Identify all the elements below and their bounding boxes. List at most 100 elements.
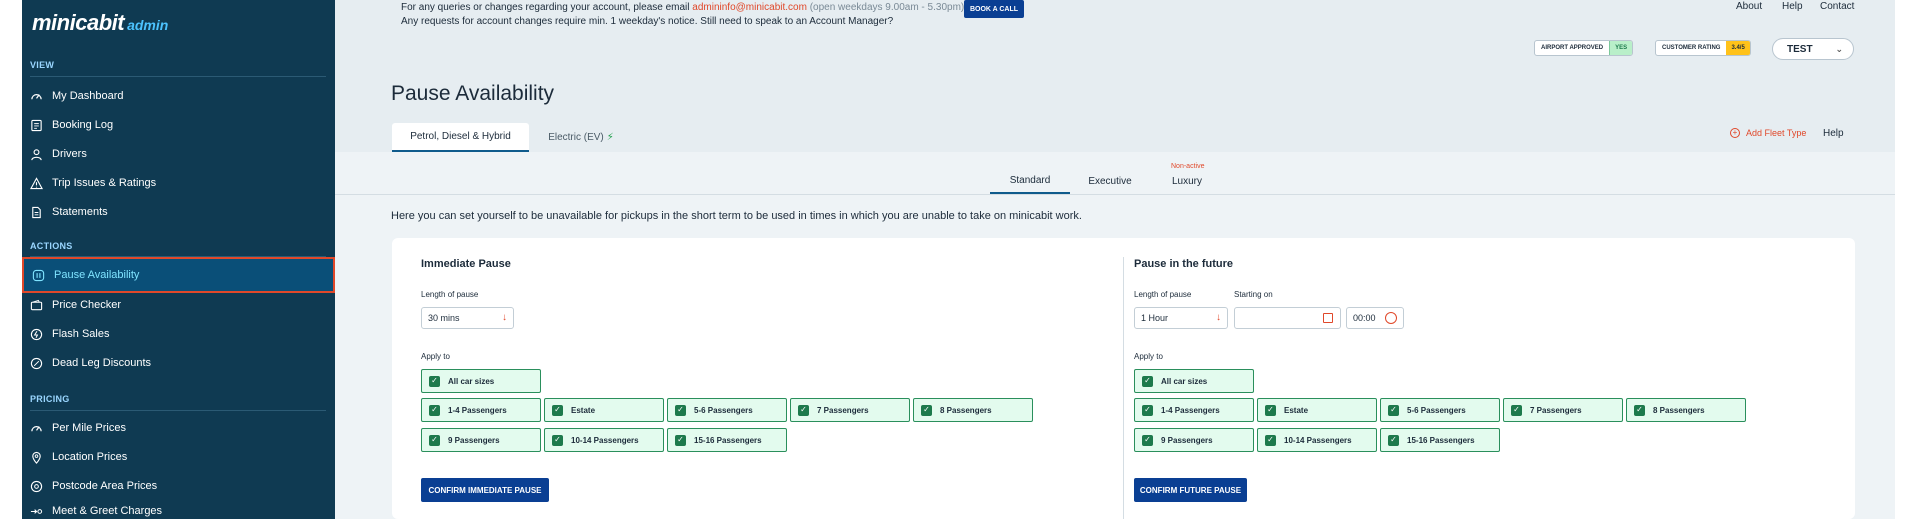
immediate-checkbox-estate[interactable]: ✓ Estate (544, 398, 664, 422)
checkbox-checked-icon: ✓ (429, 404, 440, 416)
immediate-checkbox-all-car-sizes[interactable]: ✓ All car sizes (421, 369, 541, 393)
checkbox-label: 8 Passengers (1653, 405, 1705, 415)
sidebar-item-drivers[interactable]: Drivers (22, 140, 335, 168)
checkbox-label: All car sizes (448, 376, 495, 386)
future-checkbox-estate[interactable]: ✓ Estate (1257, 398, 1377, 422)
checkbox-checked-icon: ✓ (429, 375, 440, 387)
confirm-future-pause-button[interactable]: CONFIRM FUTURE PAUSE (1134, 478, 1247, 502)
checkbox-label: All car sizes (1161, 376, 1208, 386)
sidebar-item-booking-log[interactable]: Booking Log (22, 111, 335, 139)
badge-value: YES (1609, 41, 1633, 55)
checkbox-label: 10-14 Passengers (1284, 435, 1352, 445)
sidebar-item-label: Per Mile Prices (52, 422, 126, 434)
sidebar-item-postcode-area-prices[interactable]: Postcode Area Prices (22, 472, 335, 500)
tab-petrol-diesel-hybrid[interactable]: Petrol, Diesel & Hybrid (392, 123, 529, 152)
tab-label: Electric (EV) (548, 132, 604, 143)
checkbox-checked-icon: ✓ (1265, 404, 1276, 416)
select-value: 30 mins (428, 313, 460, 323)
help-link-top[interactable]: Help (1782, 1, 1803, 12)
future-checkbox-7-passengers[interactable]: ✓ 7 Passengers (1503, 398, 1623, 422)
sidebar-item-statements[interactable]: Statements (22, 198, 335, 226)
divider (30, 76, 326, 77)
immediate-checkbox-9-passengers[interactable]: ✓ 9 Passengers (421, 428, 541, 452)
sidebar-item-trip-issues[interactable]: Trip Issues & Ratings (22, 169, 335, 197)
future-checkbox-5-6-passengers[interactable]: ✓ 5-6 Passengers (1380, 398, 1500, 422)
sidebar-item-meet-greet-charges[interactable]: Meet & Greet Charges (22, 501, 335, 519)
future-time-input[interactable]: 00:00 (1346, 307, 1404, 329)
contact-link[interactable]: Contact (1820, 1, 1854, 12)
checkbox-label: 5-6 Passengers (1407, 405, 1466, 415)
sidebar-item-dead-leg-discounts[interactable]: Dead Leg Discounts (22, 349, 335, 377)
badge-label: CUSTOMER RATING (1662, 45, 1721, 51)
sidebar-item-price-checker[interactable]: Price Checker (22, 291, 335, 319)
sidebar-item-flash-sales[interactable]: Flash Sales (22, 320, 335, 348)
select-value: 1 Hour (1141, 313, 1169, 323)
notice-email-link[interactable]: admininfo@minicabit.com (692, 2, 807, 13)
calendar-icon (1323, 313, 1333, 323)
arrow-down-icon: ↓ (1216, 312, 1221, 323)
immediate-checkbox-1-4-passengers[interactable]: ✓ 1-4 Passengers (421, 398, 541, 422)
checkbox-label: 1-4 Passengers (448, 405, 507, 415)
page-margin (1895, 0, 1913, 519)
subtab-executive[interactable]: Executive (1081, 168, 1139, 194)
sidebar-item-my-dashboard[interactable]: My Dashboard (22, 82, 335, 110)
future-pause-title: Pause in the future (1134, 258, 1234, 270)
future-checkbox-15-16-passengers[interactable]: ✓ 15-16 Passengers (1380, 428, 1500, 452)
checkbox-checked-icon: ✓ (675, 404, 686, 416)
sidebar-item-label: Price Checker (52, 299, 122, 311)
log-icon (30, 119, 43, 132)
arrow-down-icon: ↓ (502, 312, 507, 323)
future-checkbox-10-14-passengers[interactable]: ✓ 10-14 Passengers (1257, 428, 1377, 452)
about-link[interactable]: About (1736, 1, 1762, 12)
account-notice: For any queries or changes regarding you… (401, 1, 964, 29)
help-link[interactable]: Help (1823, 128, 1844, 139)
immediate-length-select[interactable]: 30 mins ↓ (421, 307, 514, 329)
future-checkbox-all-car-sizes[interactable]: ✓ All car sizes (1134, 369, 1254, 393)
future-checkbox-8-passengers[interactable]: ✓ 8 Passengers (1626, 398, 1746, 422)
sidebar-item-label: My Dashboard (52, 90, 124, 102)
subtab-standard[interactable]: Standard (990, 168, 1070, 194)
sidebar-item-location-prices[interactable]: Location Prices (22, 443, 335, 471)
subtab-luxury[interactable]: Luxury (1165, 168, 1209, 194)
warning-icon (30, 176, 43, 190)
page-title: Pause Availability (391, 82, 555, 105)
chevron-down-icon: ⌄ (1835, 44, 1843, 54)
immediate-checkbox-15-16-passengers[interactable]: ✓ 15-16 Passengers (667, 428, 787, 452)
meet-icon (30, 505, 43, 518)
tab-electric-ev[interactable]: Electric (EV) ⚡ (536, 123, 626, 152)
checkbox-label: 10-14 Passengers (571, 435, 639, 445)
future-checkbox-1-4-passengers[interactable]: ✓ 1-4 Passengers (1134, 398, 1254, 422)
sidebar-item-label: Flash Sales (52, 328, 110, 340)
sidebar-item-per-mile-prices[interactable]: Per Mile Prices (22, 414, 335, 442)
length-of-pause-label: Length of pause (421, 290, 479, 299)
badge-value: 3.4/5 (1726, 41, 1750, 55)
checkbox-checked-icon: ✓ (1142, 375, 1153, 387)
sidebar-item-label: Statements (52, 206, 108, 218)
checkbox-label: 9 Passengers (448, 435, 500, 445)
apply-to-label: Apply to (421, 352, 450, 361)
book-call-button[interactable]: BOOK A CALL (964, 0, 1024, 18)
checkbox-label: 7 Passengers (1530, 405, 1582, 415)
confirm-immediate-pause-button[interactable]: CONFIRM IMMEDIATE PAUSE (421, 478, 549, 502)
apply-to-label: Apply to (1134, 352, 1163, 361)
notice-text: For any queries or changes regarding you… (401, 2, 693, 13)
checkbox-checked-icon: ✓ (1265, 434, 1276, 446)
checkbox-label: 1-4 Passengers (1161, 405, 1220, 415)
checkbox-label: 7 Passengers (817, 405, 869, 415)
immediate-checkbox-7-passengers[interactable]: ✓ 7 Passengers (790, 398, 910, 422)
checkbox-checked-icon: ✓ (1388, 404, 1399, 416)
checkbox-checked-icon: ✓ (1511, 404, 1522, 416)
future-date-input[interactable] (1234, 307, 1341, 329)
divider (30, 410, 326, 411)
future-length-select[interactable]: 1 Hour ↓ (1134, 307, 1228, 329)
sidebar-item-pause-availability[interactable]: Pause Availability (22, 257, 335, 293)
immediate-checkbox-5-6-passengers[interactable]: ✓ 5-6 Passengers (667, 398, 787, 422)
future-checkbox-9-passengers[interactable]: ✓ 9 Passengers (1134, 428, 1254, 452)
immediate-checkbox-8-passengers[interactable]: ✓ 8 Passengers (913, 398, 1033, 422)
immediate-checkbox-10-14-passengers[interactable]: ✓ 10-14 Passengers (544, 428, 664, 452)
logo[interactable]: minicabit admin (32, 10, 168, 36)
add-fleet-type-button[interactable]: + Add Fleet Type (1730, 128, 1806, 138)
tab-label: Petrol, Diesel & Hybrid (410, 131, 511, 142)
divider (335, 194, 1895, 195)
account-select[interactable]: TEST ⌄ (1772, 38, 1854, 60)
